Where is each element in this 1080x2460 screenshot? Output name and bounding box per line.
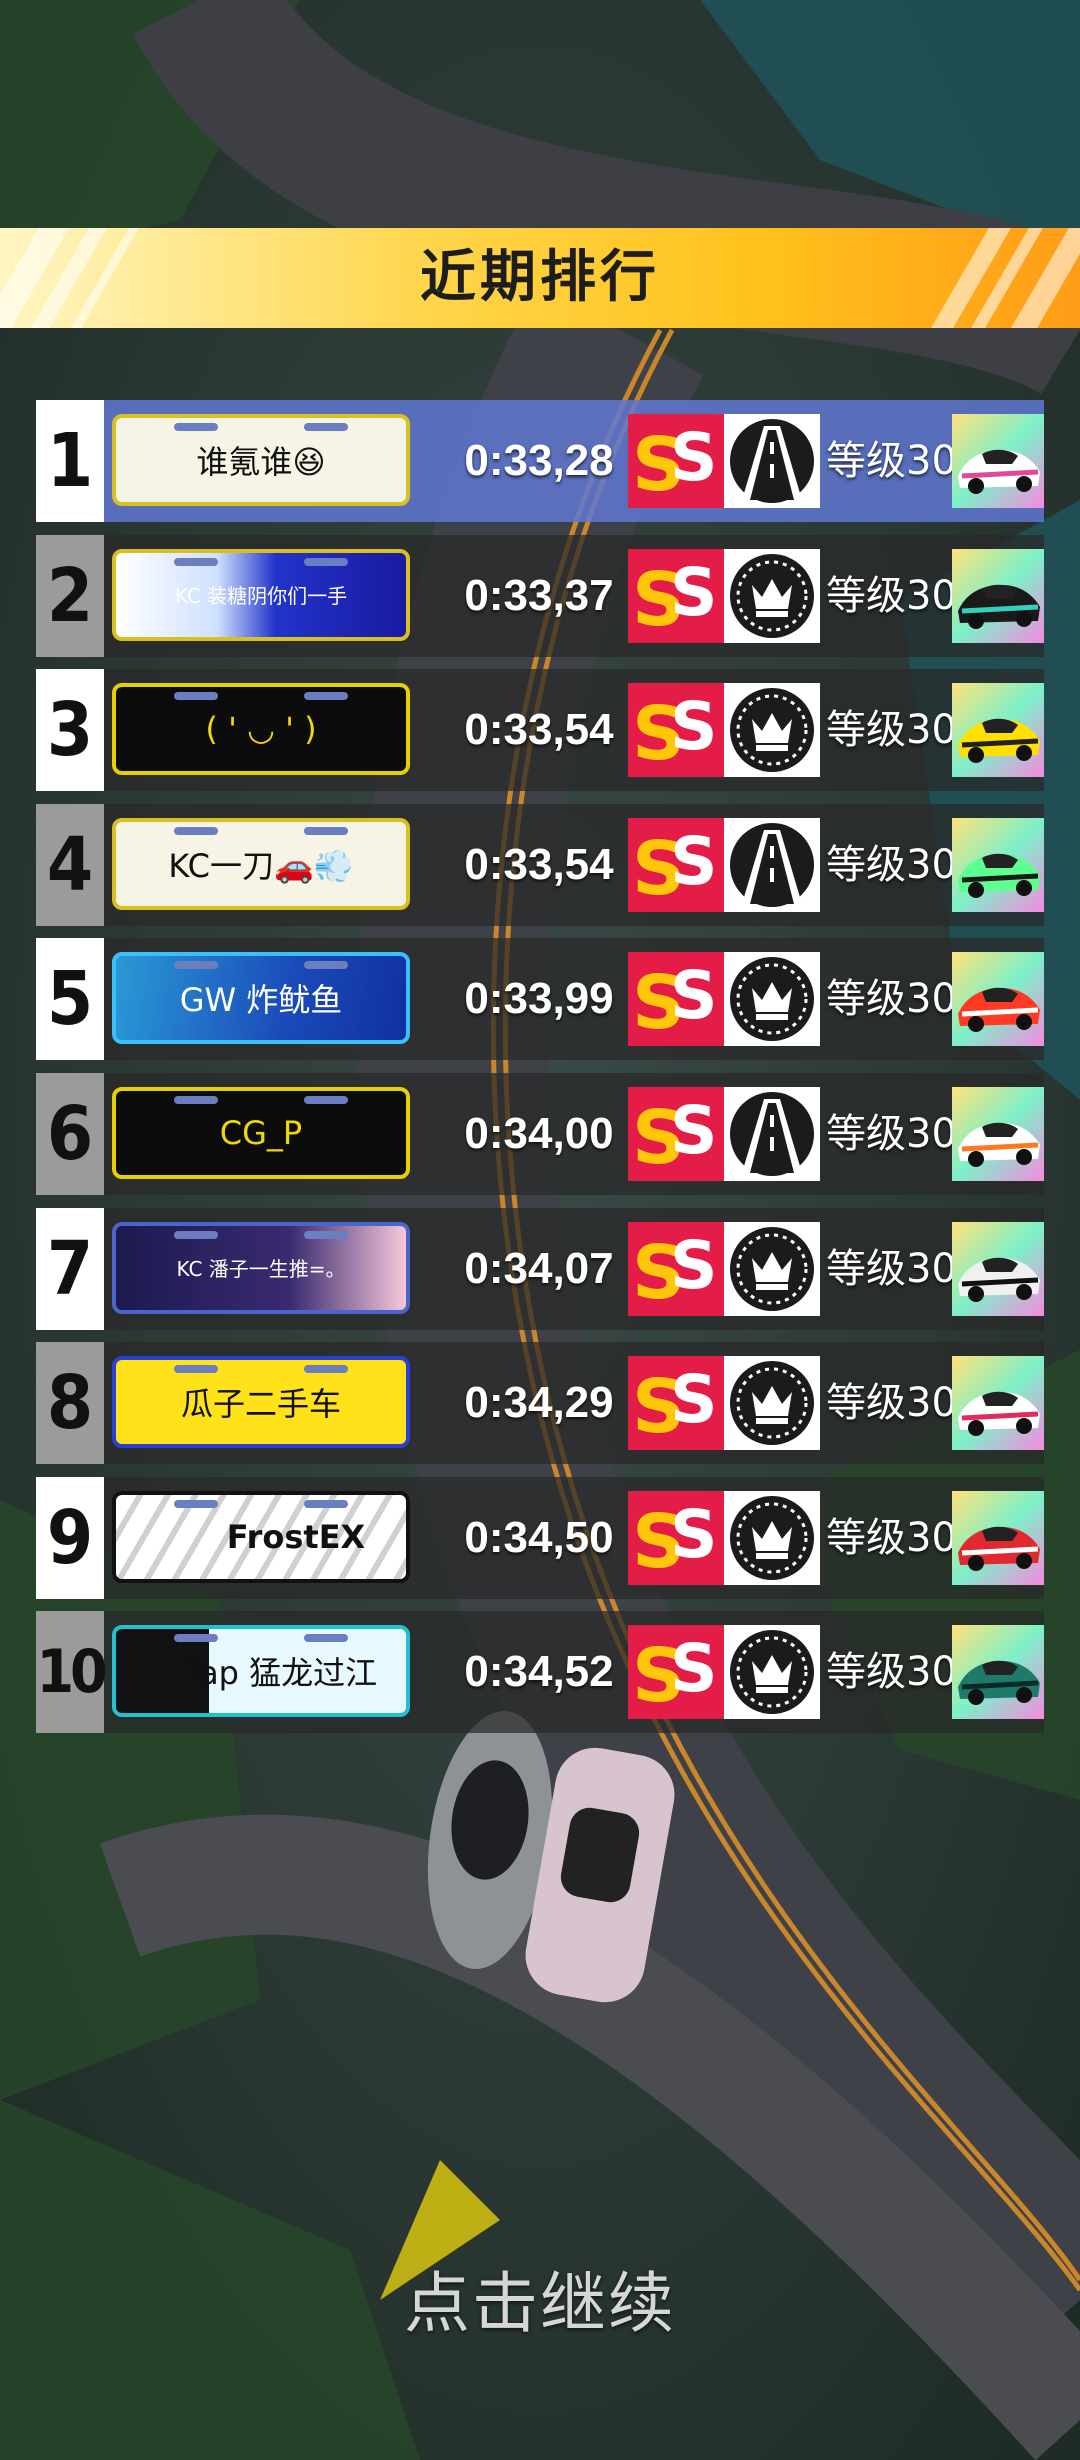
ss-rank-badge-icon: SS <box>628 1625 724 1720</box>
crown-icon <box>724 1490 820 1585</box>
player-name: 瓜子二手车 <box>180 1385 341 1424</box>
recent-ranking-banner: 近期排行 <box>0 228 1080 328</box>
rank-number: 10 <box>36 1611 108 1734</box>
svg-text:S: S <box>670 1092 718 1169</box>
ss-rank-badge-icon: SS <box>628 683 724 778</box>
license-plate[interactable]: Tap 猛龙过江 <box>112 1625 410 1718</box>
crown-icon <box>724 1625 820 1720</box>
leaderboard-row: 10 Tap 猛龙过江 0:34,52 S S 等级30 <box>36 1611 1044 1734</box>
leaderboard-row: 3( ' ◡ ' ) 0:33,54 S S 等级30 <box>36 669 1044 792</box>
license-plate[interactable]: GW 炸鱿鱼 <box>112 952 410 1045</box>
player-name: FrostEX <box>226 1517 366 1556</box>
rank-number: 5 <box>36 938 104 1061</box>
car-thumbnail <box>952 1356 1044 1451</box>
player-name: Tap 猛龙过江 <box>184 1654 378 1693</box>
car-thumbnail <box>952 548 1044 643</box>
rank-number: 1 <box>36 400 104 522</box>
player-name: ( ' ◡ ' ) <box>205 710 317 749</box>
car-thumbnail <box>952 1625 1044 1720</box>
ss-rank-badge-icon: SS <box>628 548 724 643</box>
tap-to-continue[interactable]: 点击继续 <box>0 2250 1080 2346</box>
rank-number: 6 <box>36 1073 104 1195</box>
crown-icon <box>724 1221 820 1316</box>
lap-time: 0:34,50 <box>464 1512 614 1562</box>
license-plate[interactable]: 瓜子二手车 <box>112 1356 410 1449</box>
license-plate[interactable]: CG_P <box>112 1087 410 1179</box>
page-title: 近期排行 <box>420 245 660 310</box>
leaderboard-row: 5 GW 炸鱿鱼 0:33,99 S S 等级30 <box>36 938 1044 1061</box>
rank-number: 2 <box>36 534 104 657</box>
license-plate[interactable]: KC 装糖阴你们一手 <box>112 548 410 641</box>
car-thumbnail <box>952 1087 1044 1181</box>
track-road-icon <box>724 414 820 508</box>
svg-text:S: S <box>670 688 718 765</box>
leaderboard-row: 4 KC一刀🚗💨 0:33,54 S S 等级30 <box>36 803 1044 926</box>
leaderboard-row: 2 KC 装糖阴你们一手 0:33,37 S S 等级30 <box>36 534 1044 657</box>
rank-number: 8 <box>36 1342 104 1465</box>
ss-rank-badge-icon: SS <box>628 952 724 1047</box>
leaderboard-row: 1 谁氪谁😆 0:33,28 S S 等级30 <box>36 400 1044 522</box>
crown-icon <box>724 548 820 643</box>
player-name: CG_P <box>219 1114 303 1152</box>
svg-text:S: S <box>670 1361 718 1438</box>
license-plate[interactable]: FrostEX <box>112 1490 410 1583</box>
ss-rank-badge-icon: SS <box>628 1490 724 1585</box>
ss-rank-badge-icon: SS <box>628 414 724 508</box>
ss-rank-badge-icon: SS <box>628 1221 724 1316</box>
lap-time: 0:34,00 <box>464 1109 614 1158</box>
ss-rank-badge-icon: SS <box>628 817 724 912</box>
leaderboard-row: 6 CG_P 0:34,00 S S 等级30 <box>36 1073 1044 1195</box>
rank-number: 3 <box>36 669 104 792</box>
player-name: KC 装糖阴你们一手 <box>174 584 348 609</box>
car-thumbnail <box>952 1490 1044 1585</box>
rank-number: 7 <box>36 1207 104 1330</box>
rank-number: 9 <box>36 1476 104 1599</box>
leaderboard-row: 7 KC 潘子一生推=。 0:34,07 S S 等级30 <box>36 1207 1044 1330</box>
track-road-icon <box>724 817 820 912</box>
license-plate[interactable]: KC一刀🚗💨 <box>112 817 410 910</box>
crown-icon <box>724 952 820 1047</box>
lap-time: 0:34,29 <box>464 1378 614 1428</box>
license-plate[interactable]: ( ' ◡ ' ) <box>112 683 410 776</box>
crown-icon <box>724 1356 820 1451</box>
leaderboard-row: 8 瓜子二手车 0:34,29 S S 等级30 <box>36 1342 1044 1465</box>
lap-time: 0:33,37 <box>464 570 614 620</box>
player-name: 谁氪谁😆 <box>196 443 326 481</box>
svg-text:S: S <box>670 1496 718 1573</box>
svg-text:S: S <box>670 1630 718 1707</box>
leaderboard-row: 9 FrostEX 0:34,50 S S 等级30 <box>36 1476 1044 1599</box>
svg-text:S: S <box>670 554 718 631</box>
lap-time: 0:33,54 <box>464 839 614 889</box>
crown-icon <box>724 683 820 778</box>
lap-time: 0:33,28 <box>464 436 614 485</box>
car-thumbnail <box>952 414 1044 508</box>
rank-number: 4 <box>36 803 104 926</box>
player-name: KC 潘子一生推=。 <box>176 1257 346 1282</box>
car-thumbnail <box>952 817 1044 912</box>
track-road-icon <box>724 1087 820 1181</box>
lap-time: 0:34,07 <box>464 1243 614 1293</box>
ss-rank-badge-icon: SS <box>628 1087 724 1181</box>
lap-time: 0:34,52 <box>464 1647 614 1697</box>
player-name: GW 炸鱿鱼 <box>179 981 343 1020</box>
svg-text:S: S <box>670 1227 718 1304</box>
svg-text:S: S <box>670 957 718 1034</box>
car-thumbnail <box>952 683 1044 778</box>
svg-text:S: S <box>670 419 718 496</box>
player-name: KC一刀🚗💨 <box>168 846 354 885</box>
license-plate[interactable]: 谁氪谁😆 <box>112 414 410 506</box>
car-thumbnail <box>952 952 1044 1047</box>
ss-rank-badge-icon: SS <box>628 1356 724 1451</box>
lap-time: 0:33,99 <box>464 974 614 1024</box>
lap-time: 0:33,54 <box>464 705 614 755</box>
svg-text:S: S <box>670 823 718 900</box>
car-thumbnail <box>952 1221 1044 1316</box>
license-plate[interactable]: KC 潘子一生推=。 <box>112 1221 410 1314</box>
